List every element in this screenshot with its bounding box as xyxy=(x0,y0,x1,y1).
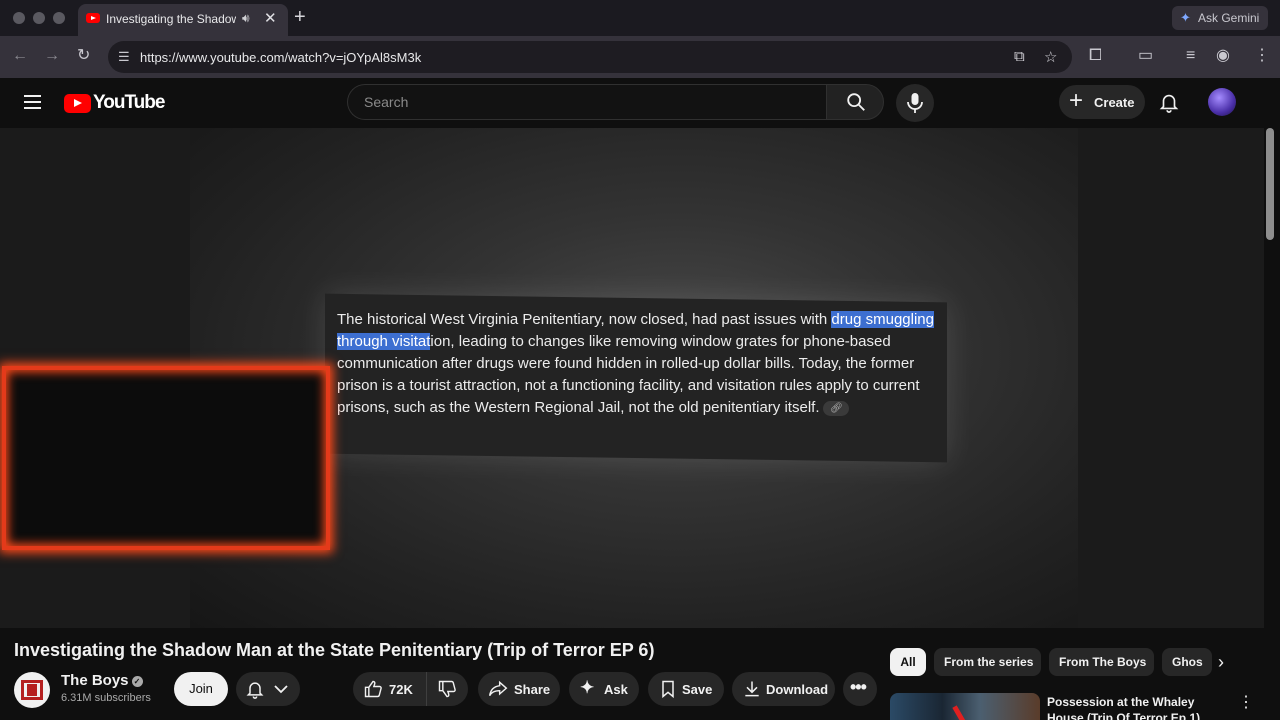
share-label: Share xyxy=(514,682,551,697)
overlay-text-start: The historical West Virginia Penitentiar… xyxy=(337,311,832,328)
chip-ghost[interactable]: Ghos xyxy=(1162,648,1212,676)
chip-from-the-series[interactable]: From the series xyxy=(934,648,1041,676)
channel-avatar[interactable] xyxy=(14,672,50,708)
browser-tab-bar: Investigating the Shadow 🔊︎ ✕ + ✦ Ask Ge… xyxy=(0,0,1280,36)
site-info-icon[interactable]: ☰ xyxy=(118,49,130,65)
voice-search-button[interactable] xyxy=(896,84,934,122)
chip-all[interactable]: All xyxy=(890,648,926,676)
extensions-icon[interactable]: ⧠ xyxy=(1089,46,1102,66)
download-label: Download xyxy=(766,682,829,697)
forward-arrow-icon[interactable]: → xyxy=(44,46,60,66)
plus-icon: + xyxy=(1069,87,1084,114)
notifications-bell-icon[interactable] xyxy=(1158,91,1180,113)
sparkle-icon: ✦ xyxy=(580,678,595,697)
account-avatar[interactable] xyxy=(1208,88,1236,116)
tab-title: Investigating the Shadow xyxy=(106,12,236,26)
more-vertical-icon[interactable]: ⋮ xyxy=(1238,695,1254,711)
link-icon: 🔗︎ xyxy=(823,400,850,416)
new-tab-button[interactable]: + xyxy=(294,6,306,28)
download-button[interactable]: Download xyxy=(732,672,835,706)
ask-gemini-button[interactable]: ✦ Ask Gemini xyxy=(1172,6,1268,30)
youtube-favicon-icon xyxy=(86,13,100,23)
subscriber-count: 6.31M subscribers xyxy=(61,692,151,704)
bookmark-icon xyxy=(662,680,674,699)
tab-search-icon[interactable]: ▭ xyxy=(1138,46,1153,66)
video-player[interactable]: The historical West Virginia Penitentiar… xyxy=(0,128,1264,628)
youtube-logo-text[interactable]: YouTube xyxy=(93,92,165,114)
tab-close-icon[interactable]: ✕ xyxy=(264,9,277,27)
window-close-button[interactable] xyxy=(13,12,25,24)
dislike-button[interactable] xyxy=(426,672,468,706)
chevron-right-icon[interactable]: › xyxy=(1218,652,1224,673)
like-button[interactable]: 72K xyxy=(353,672,427,706)
recommended-video-thumbnail[interactable] xyxy=(890,693,1040,720)
address-bar[interactable]: ☰ https://www.youtube.com/watch?v=jOYpAl… xyxy=(108,41,1072,73)
join-button[interactable]: Join xyxy=(174,672,228,706)
guide-menu-icon[interactable] xyxy=(24,95,41,109)
share-button[interactable]: Share xyxy=(478,672,560,706)
more-horizontal-icon: ••• xyxy=(850,677,867,697)
microphone-icon xyxy=(907,93,923,113)
download-icon xyxy=(745,681,759,697)
notification-preferences-button[interactable] xyxy=(236,672,300,706)
channel-name-row[interactable]: The Boys ✓ xyxy=(61,672,143,689)
share-arrow-icon xyxy=(488,680,508,697)
search-button[interactable] xyxy=(826,84,884,120)
video-overlay-text: The historical West Virginia Penitentiar… xyxy=(337,309,937,419)
install-app-icon[interactable]: ⧉ xyxy=(1014,48,1025,65)
bell-icon xyxy=(246,682,264,699)
gemini-sparkle-icon: ✦ xyxy=(1180,10,1191,25)
recommended-video-title[interactable]: Possession at the Whaley House (Trip Of … xyxy=(1047,694,1227,720)
create-label: Create xyxy=(1094,95,1135,110)
profile-icon[interactable]: ◉ xyxy=(1216,46,1230,66)
search-icon xyxy=(847,93,865,111)
reload-icon[interactable]: ↻ xyxy=(77,46,90,66)
player-letterbox-right xyxy=(1078,128,1264,628)
ask-button[interactable]: ✦ Ask xyxy=(569,672,639,706)
thumbs-up-icon xyxy=(364,680,382,698)
like-count: 72K xyxy=(389,682,413,697)
bookmark-star-icon[interactable]: ☆ xyxy=(1044,48,1057,66)
media-controls-icon[interactable]: ≡ xyxy=(1186,46,1195,66)
create-button[interactable]: + Create xyxy=(1059,85,1145,119)
chip-from-the-boys[interactable]: From The Boys xyxy=(1049,648,1154,676)
browser-menu-icon[interactable]: ⋮ xyxy=(1254,46,1270,66)
chevron-down-icon xyxy=(274,685,288,694)
browser-tab[interactable]: Investigating the Shadow 🔊︎ ✕ xyxy=(78,4,288,36)
back-arrow-icon[interactable]: ← xyxy=(12,46,28,66)
url-text: https://www.youtube.com/watch?v=jOYpAl8s… xyxy=(140,50,422,65)
thumbs-down-icon xyxy=(438,680,456,698)
ask-label: Ask xyxy=(604,682,628,697)
page-scrollbar[interactable] xyxy=(1266,128,1274,240)
ask-gemini-label: Ask Gemini xyxy=(1198,11,1260,25)
search-input[interactable] xyxy=(348,85,827,119)
video-title: Investigating the Shadow Man at the Stat… xyxy=(14,640,655,660)
save-label: Save xyxy=(682,682,713,697)
channel-name[interactable]: The Boys xyxy=(61,672,129,689)
webcam-fire-frame xyxy=(2,366,330,550)
search-box[interactable] xyxy=(347,84,827,120)
more-actions-button[interactable]: ••• xyxy=(843,672,877,706)
verified-badge-icon: ✓ xyxy=(131,676,143,687)
youtube-masthead: YouTube + Create xyxy=(0,78,1280,128)
speaker-icon[interactable]: 🔊︎ xyxy=(242,11,250,26)
window-zoom-button[interactable] xyxy=(53,12,65,24)
browser-toolbar: ← → ↻ ☰ https://www.youtube.com/watch?v=… xyxy=(0,36,1280,78)
window-minimize-button[interactable] xyxy=(33,12,45,24)
youtube-logo-icon[interactable] xyxy=(64,94,91,113)
save-button[interactable]: Save xyxy=(648,672,724,706)
